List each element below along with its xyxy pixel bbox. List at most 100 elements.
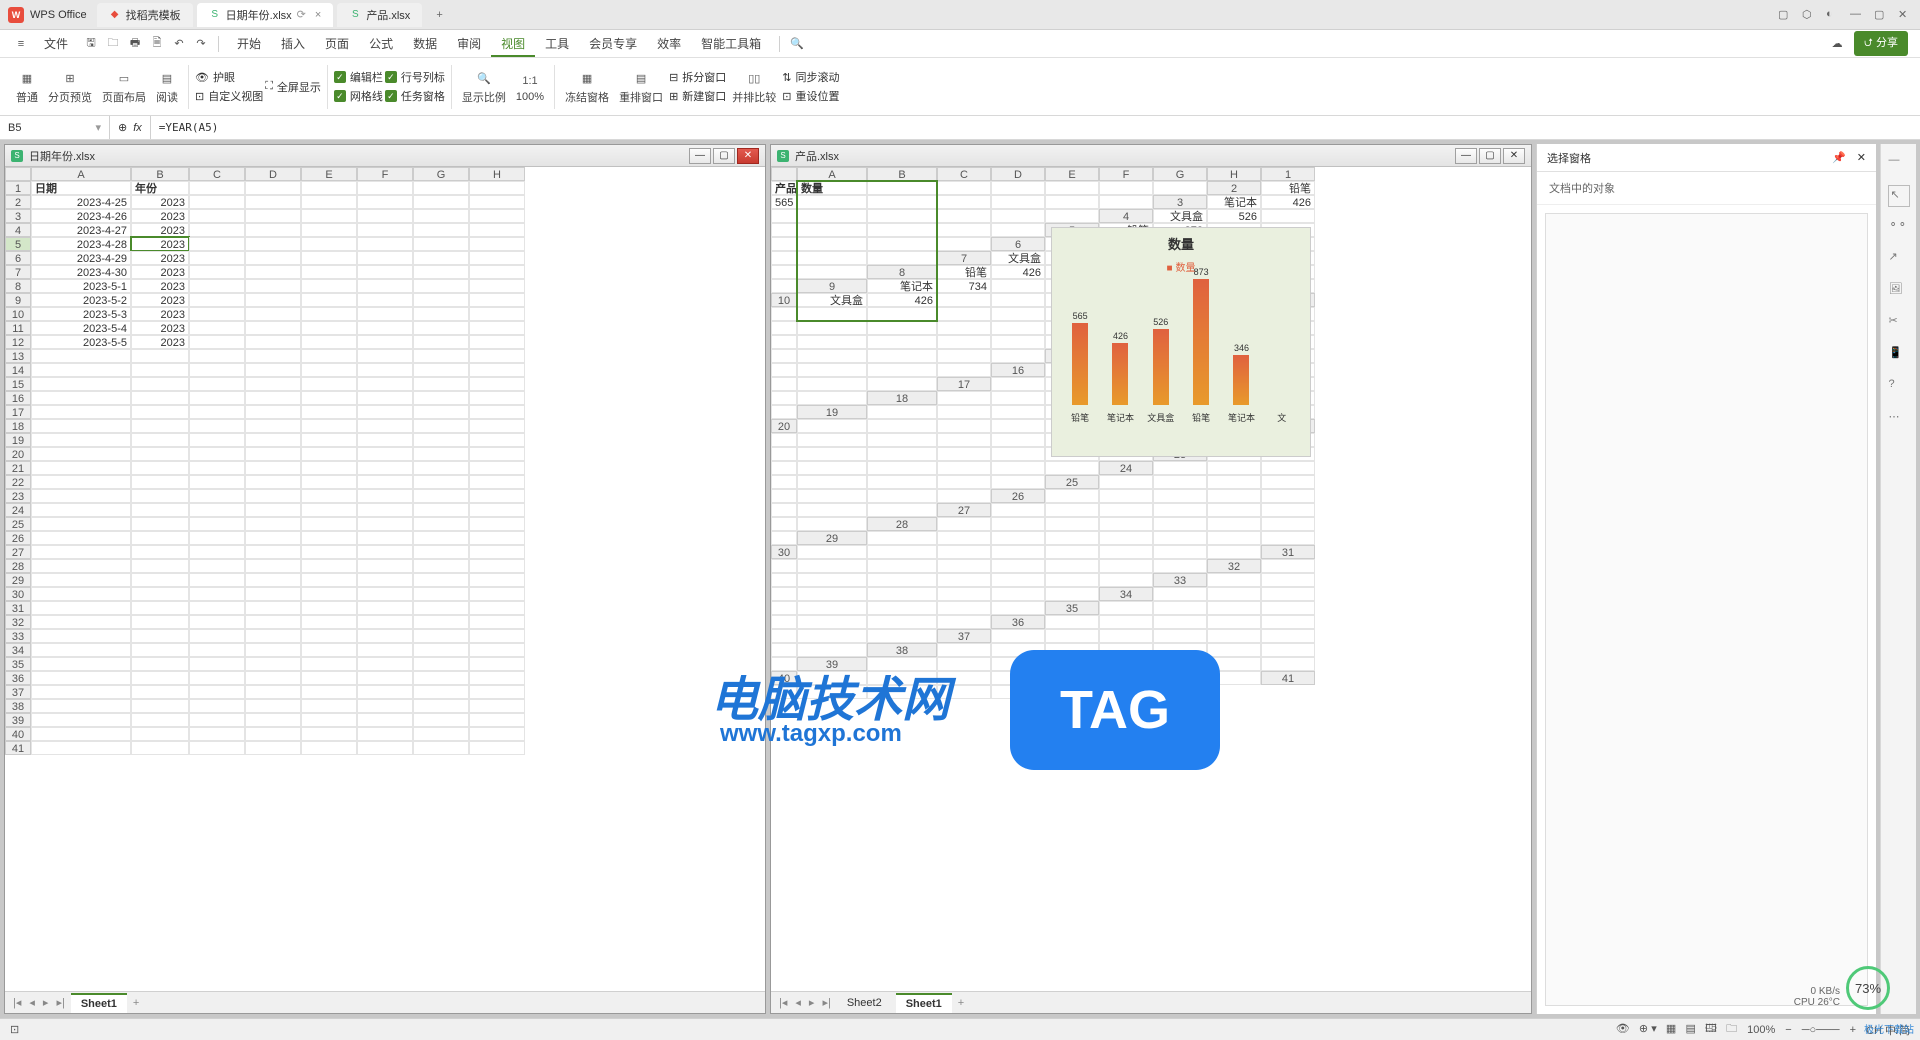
menu-数据[interactable]: 数据 (403, 33, 447, 55)
cell[interactable]: 37 (5, 685, 31, 699)
cell[interactable] (189, 685, 245, 699)
cell[interactable] (413, 279, 469, 293)
cell[interactable]: 34 (1099, 587, 1153, 601)
cell[interactable] (189, 433, 245, 447)
cell[interactable] (991, 223, 1045, 237)
cell[interactable] (867, 363, 937, 377)
cell[interactable]: 2023-5-4 (31, 321, 131, 335)
cell[interactable] (937, 587, 991, 601)
cell[interactable] (357, 209, 413, 223)
cell[interactable] (31, 461, 131, 475)
cell[interactable] (245, 195, 301, 209)
cell[interactable] (131, 391, 189, 405)
cell[interactable]: 2023 (131, 335, 189, 349)
cell[interactable] (991, 643, 1045, 657)
cell[interactable] (357, 685, 413, 699)
cell[interactable] (1261, 517, 1315, 531)
wb-minimize-icon[interactable]: — (1455, 148, 1477, 164)
cell[interactable]: G (413, 167, 469, 181)
cell[interactable] (867, 671, 937, 685)
cell[interactable] (797, 307, 867, 321)
cell[interactable] (469, 699, 525, 713)
add-sheet-icon[interactable]: + (956, 997, 966, 1009)
cell[interactable] (189, 699, 245, 713)
cell[interactable] (1099, 559, 1153, 573)
cell[interactable]: 32 (1207, 559, 1261, 573)
cell[interactable] (301, 727, 357, 741)
cell[interactable] (357, 559, 413, 573)
cell[interactable] (189, 601, 245, 615)
cell[interactable]: 28 (867, 517, 937, 531)
cell[interactable] (469, 349, 525, 363)
cell[interactable]: 6 (991, 237, 1045, 251)
close-icon[interactable]: ✕ (1857, 152, 1866, 164)
cell[interactable] (131, 559, 189, 573)
zoom-out-icon[interactable]: − (1785, 1024, 1791, 1036)
cell[interactable] (1261, 489, 1315, 503)
cell[interactable] (189, 559, 245, 573)
cell[interactable]: 33 (5, 629, 31, 643)
cell[interactable] (991, 335, 1045, 349)
cell[interactable] (867, 573, 937, 587)
cell[interactable] (131, 699, 189, 713)
cell[interactable]: 数量 (797, 181, 867, 195)
cell[interactable] (357, 321, 413, 335)
cell[interactable] (991, 671, 1045, 685)
cell[interactable] (301, 223, 357, 237)
formula-input[interactable]: =YEAR(A5) (151, 116, 1920, 139)
chk-rowcolhead[interactable]: ✓行号列标 (385, 69, 445, 85)
cell[interactable] (1153, 489, 1207, 503)
add-sheet-icon[interactable]: + (131, 997, 141, 1009)
cell[interactable] (31, 657, 131, 671)
cell[interactable] (31, 643, 131, 657)
cell[interactable] (991, 461, 1045, 475)
cell[interactable] (5, 167, 31, 181)
cell[interactable] (413, 209, 469, 223)
cell[interactable]: 20 (5, 447, 31, 461)
sheet-nav-last-icon[interactable]: ▸| (54, 996, 66, 1009)
cell[interactable] (797, 643, 867, 657)
cell[interactable] (413, 293, 469, 307)
cell[interactable] (797, 601, 867, 615)
cell[interactable] (1261, 657, 1315, 671)
cell[interactable] (357, 503, 413, 517)
cell[interactable] (469, 573, 525, 587)
cell[interactable] (797, 251, 867, 265)
cell[interactable] (357, 265, 413, 279)
cell[interactable] (189, 349, 245, 363)
cell[interactable] (357, 699, 413, 713)
cell[interactable]: 33 (1153, 573, 1207, 587)
cell[interactable] (245, 601, 301, 615)
cell[interactable]: 3 (5, 209, 31, 223)
cell[interactable] (357, 307, 413, 321)
cell[interactable] (245, 391, 301, 405)
cell[interactable] (771, 587, 797, 601)
cell[interactable] (991, 209, 1045, 223)
cell[interactable] (937, 447, 991, 461)
cell[interactable] (357, 657, 413, 671)
cell[interactable] (991, 657, 1045, 671)
cell[interactable] (469, 601, 525, 615)
cell[interactable] (937, 363, 991, 377)
cell[interactable] (131, 713, 189, 727)
cell[interactable] (189, 307, 245, 321)
cell[interactable] (867, 461, 937, 475)
cell[interactable]: 23 (5, 489, 31, 503)
chk-editbar[interactable]: ✓编辑栏 (334, 69, 383, 85)
cell[interactable] (937, 433, 991, 447)
cell[interactable]: 17 (5, 405, 31, 419)
cell[interactable] (245, 573, 301, 587)
cell[interactable]: 29 (5, 573, 31, 587)
cell[interactable] (245, 727, 301, 741)
cell[interactable] (301, 461, 357, 475)
cell[interactable]: 2023-5-5 (31, 335, 131, 349)
cell[interactable] (245, 517, 301, 531)
cell[interactable]: 4 (5, 223, 31, 237)
new-window[interactable]: ⊞ 新建窗口 (669, 88, 726, 104)
cell[interactable] (413, 643, 469, 657)
cell[interactable] (1153, 615, 1207, 629)
cell[interactable] (937, 321, 991, 335)
cell[interactable] (771, 685, 797, 699)
cell[interactable] (771, 223, 797, 237)
cell[interactable] (301, 601, 357, 615)
